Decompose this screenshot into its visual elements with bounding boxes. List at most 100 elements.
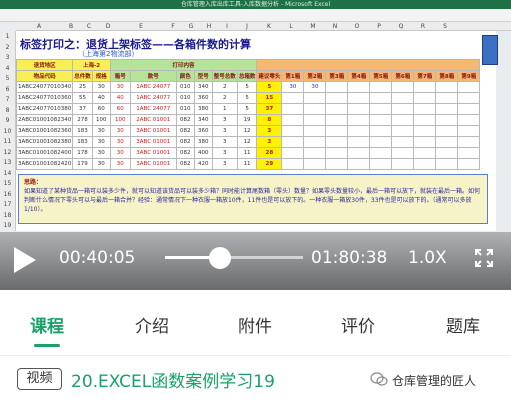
column-letter[interactable]: A [16, 22, 62, 31]
table-cell[interactable]: 1ABC24077010380 [15, 103, 74, 115]
table-cell[interactable]: 1ABC 24077 [129, 103, 177, 115]
table-cell[interactable] [325, 81, 349, 93]
table-cell[interactable]: 19 [236, 114, 258, 126]
table-cell[interactable]: 25 [72, 81, 93, 93]
table-cell[interactable] [347, 136, 371, 148]
table-cell[interactable]: 3ABC01001082380 [15, 136, 74, 148]
table-cell[interactable]: 278 [72, 114, 93, 126]
table-cell[interactable]: 100 [109, 114, 131, 126]
table-cell[interactable] [391, 158, 415, 170]
row-number[interactable]: 1 [0, 33, 15, 40]
column-letter[interactable]: O [346, 22, 368, 31]
table-cell[interactable]: 29 [256, 158, 283, 170]
row-number[interactable]: 10 [0, 128, 15, 135]
row-number[interactable]: 14 [0, 170, 15, 177]
table-cell[interactable] [457, 158, 481, 170]
table-cell[interactable]: 2 [211, 92, 238, 104]
table-cell[interactable]: 3ABC 01001 [129, 125, 177, 137]
table-cell[interactable] [457, 147, 481, 159]
tab-course[interactable]: 课程 [12, 312, 82, 337]
column-letter[interactable]: H [200, 22, 218, 31]
table-cell[interactable]: 60 [109, 103, 131, 115]
table-cell[interactable]: 360 [193, 92, 213, 104]
table-cell[interactable] [281, 125, 305, 137]
table-cell[interactable] [391, 147, 415, 159]
row-number[interactable]: 18 [0, 212, 15, 219]
table-cell[interactable]: 2 [211, 81, 238, 93]
table-cell[interactable]: 5 [236, 103, 258, 115]
table-cell[interactable] [391, 125, 415, 137]
table-cell[interactable] [325, 136, 349, 148]
table-cell[interactable]: 3ABC01001082400 [15, 147, 74, 159]
table-cell[interactable]: 3ABC 01001 [129, 136, 177, 148]
table-cell[interactable]: 3 [211, 125, 238, 137]
table-cell[interactable] [281, 92, 305, 104]
table-cell[interactable] [413, 125, 437, 137]
table-cell[interactable] [303, 147, 327, 159]
column-letter[interactable]: F [164, 22, 182, 31]
table-cell[interactable] [435, 114, 459, 126]
table-cell[interactable] [325, 103, 349, 115]
column-letter[interactable]: N [324, 22, 346, 31]
table-cell[interactable] [347, 147, 371, 159]
table-cell[interactable]: 3 [256, 125, 283, 137]
table-cell[interactable]: 3 [211, 136, 238, 148]
table-cell[interactable]: 30 [91, 81, 111, 93]
table-cell[interactable] [369, 81, 393, 93]
video-player[interactable]: 仓库管理入库出库工具-入库数据分析 - Microsoft Excel ABCD… [0, 0, 511, 290]
table-cell[interactable]: 082 [175, 114, 195, 126]
table-cell[interactable]: 010 [175, 103, 195, 115]
table-cell[interactable] [391, 81, 415, 93]
table-cell[interactable] [369, 103, 393, 115]
table-cell[interactable] [435, 92, 459, 104]
tab-attachments[interactable]: 附件 [220, 312, 290, 337]
table-cell[interactable] [347, 114, 371, 126]
table-cell[interactable]: 1ABC24077010340 [15, 81, 74, 93]
table-cell[interactable] [457, 103, 481, 115]
table-cell[interactable]: 010 [175, 81, 195, 93]
table-cell[interactable] [347, 81, 371, 93]
row-number[interactable]: 7 [0, 96, 15, 103]
row-number[interactable]: 8 [0, 107, 15, 114]
column-letter[interactable]: G [182, 22, 200, 31]
table-cell[interactable]: 30 [303, 81, 327, 93]
column-letter[interactable]: J [236, 22, 258, 31]
table-cell[interactable]: 30 [91, 147, 111, 159]
table-cell[interactable] [435, 125, 459, 137]
table-cell[interactable] [369, 114, 393, 126]
table-cell[interactable]: 183 [72, 125, 93, 137]
table-cell[interactable]: 15 [256, 92, 283, 104]
table-cell[interactable]: 3ABC 01001 [129, 147, 177, 159]
table-cell[interactable] [391, 92, 415, 104]
column-letter[interactable]: S [434, 22, 456, 31]
table-cell[interactable]: 60 [91, 103, 111, 115]
table-cell[interactable] [281, 158, 305, 170]
table-cell[interactable] [457, 136, 481, 148]
table-cell[interactable] [347, 125, 371, 137]
table-cell[interactable]: 30 [109, 136, 131, 148]
table-cell[interactable] [391, 136, 415, 148]
column-letter[interactable]: Q [390, 22, 412, 31]
table-cell[interactable] [325, 125, 349, 137]
table-cell[interactable]: 5 [236, 81, 258, 93]
column-letter[interactable]: B [62, 22, 80, 31]
table-cell[interactable] [391, 114, 415, 126]
table-cell[interactable] [303, 136, 327, 148]
table-cell[interactable]: 2ABC 01001 [129, 114, 177, 126]
table-cell[interactable] [457, 114, 481, 126]
table-cell[interactable]: 183 [72, 136, 93, 148]
column-letter[interactable]: R [412, 22, 434, 31]
table-cell[interactable]: 30 [91, 125, 111, 137]
row-number[interactable]: 19 [0, 222, 15, 229]
tab-reviews[interactable]: 评价 [323, 312, 393, 337]
column-letter[interactable]: K [258, 22, 280, 31]
table-cell[interactable]: 5 [256, 81, 283, 93]
table-cell[interactable] [413, 81, 437, 93]
table-cell[interactable] [303, 114, 327, 126]
table-cell[interactable] [369, 136, 393, 148]
table-cell[interactable] [435, 81, 459, 93]
table-cell[interactable] [369, 147, 393, 159]
table-cell[interactable]: 380 [193, 103, 213, 115]
table-cell[interactable]: 11 [236, 158, 258, 170]
play-icon[interactable] [14, 247, 36, 273]
